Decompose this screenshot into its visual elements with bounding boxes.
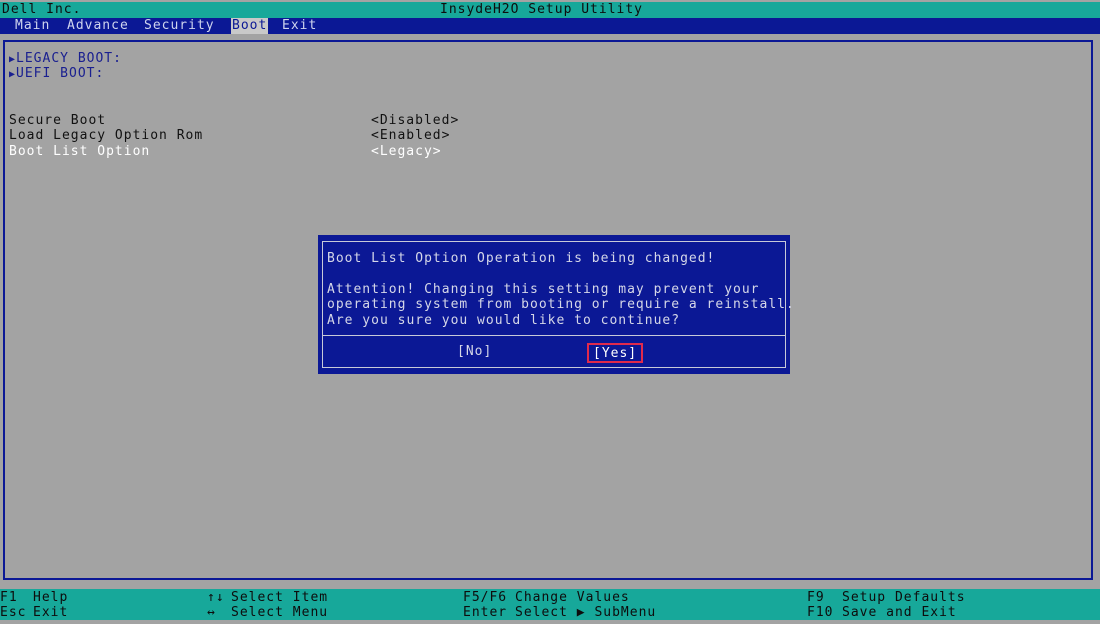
key-f5-f6-action: Change Values <box>515 590 630 605</box>
submenu-uefi-boot[interactable]: ▶UEFI BOOT: <box>9 66 104 82</box>
key-enter-action: Select ▶ SubMenu <box>515 605 657 620</box>
key-up-down-icon: ↑↓ <box>207 590 225 605</box>
key-left-right-action: Select Menu <box>231 605 329 620</box>
tab-exit[interactable]: Exit <box>281 18 318 34</box>
setting-value-load-legacy-option-rom[interactable]: <Enabled> <box>371 128 450 143</box>
key-f1-action: Help <box>33 590 69 605</box>
dialog-title: Boot List Option Operation is being chan… <box>327 251 716 266</box>
key-f10: F10 <box>807 605 834 620</box>
key-esc-action: Exit <box>33 605 69 620</box>
submenu-label: UEFI BOOT: <box>16 66 105 81</box>
dialog-message-line: operating system from booting or require… <box>327 297 795 312</box>
title-bar: Dell Inc. InsydeH2O Setup Utility <box>0 2 1100 18</box>
key-f9-action: Setup Defaults <box>842 590 966 605</box>
no-button[interactable]: [No] <box>453 343 496 363</box>
setting-label-boot-list-option[interactable]: Boot List Option <box>9 144 150 159</box>
tab-main[interactable]: Main <box>14 18 51 34</box>
bios-screen: Dell Inc. InsydeH2O Setup Utility Main A… <box>0 0 1100 624</box>
key-esc: Esc <box>0 605 27 620</box>
dialog-divider <box>323 335 785 336</box>
key-f10-action: Save and Exit <box>842 605 957 620</box>
key-f5-f6: F5/F6 <box>463 590 508 605</box>
arrow-right-icon: ▶ <box>9 69 17 80</box>
menu-bar: Main Advance Security Boot Exit <box>0 18 1100 34</box>
vendor-name: Dell Inc. <box>2 2 82 17</box>
key-enter: Enter <box>463 605 508 620</box>
setting-value-secure-boot[interactable]: <Disabled> <box>371 113 459 128</box>
key-help-bar: F1 Help Esc Exit ↑↓ Select Item ↔ Select… <box>0 589 1100 620</box>
key-left-right-icon: ↔ <box>207 605 216 620</box>
tab-security[interactable]: Security <box>143 18 216 34</box>
tab-advance[interactable]: Advance <box>66 18 130 34</box>
dialog-frame: Boot List Option Operation is being chan… <box>322 241 794 368</box>
key-f9: F9 <box>807 590 825 605</box>
submenu-label: LEGACY BOOT: <box>16 51 122 66</box>
confirm-dialog: Boot List Option Operation is being chan… <box>318 235 794 374</box>
arrow-right-icon: ▶ <box>9 54 17 65</box>
submenu-legacy-boot[interactable]: ▶LEGACY BOOT: <box>9 51 122 67</box>
tab-boot[interactable]: Boot <box>231 18 269 34</box>
dialog-message-line: Attention! Changing this setting may pre… <box>327 282 760 297</box>
setting-value-boot-list-option[interactable]: <Legacy> <box>371 144 442 159</box>
dialog-message-line: Are you sure you would like to continue? <box>327 313 681 328</box>
key-f1: F1 <box>0 590 18 605</box>
yes-button[interactable]: [Yes] <box>587 343 644 363</box>
utility-title: InsydeH2O Setup Utility <box>440 2 644 17</box>
key-up-down-action: Select Item <box>231 590 329 605</box>
setting-label-load-legacy-option-rom[interactable]: Load Legacy Option Rom <box>9 128 203 143</box>
setting-label-secure-boot[interactable]: Secure Boot <box>9 113 106 128</box>
